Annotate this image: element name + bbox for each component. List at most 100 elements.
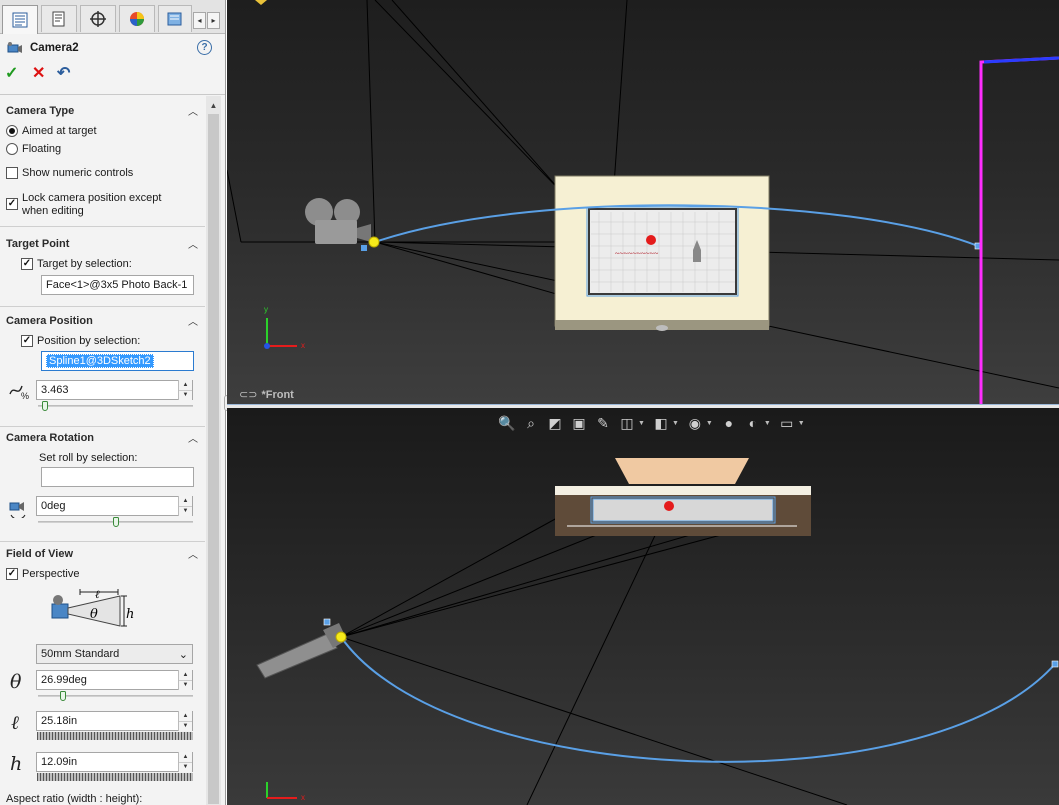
- view-distance-thumbwheel[interactable]: [37, 732, 193, 740]
- slider-handle[interactable]: [113, 517, 119, 527]
- tab-property-manager[interactable]: [41, 5, 77, 32]
- collapse-target-point-icon[interactable]: ︿: [188, 236, 198, 251]
- spin-down-icon[interactable]: ▼: [179, 761, 192, 773]
- group-title-camera-position[interactable]: Camera Position: [6, 315, 93, 327]
- dynamic-annotation-icon[interactable]: ✎: [593, 413, 613, 433]
- section-view-icon[interactable]: ▣: [569, 413, 589, 433]
- graphics-area[interactable]: ~~~~~~~~~~ y x ⊂⊃ *Front x 🔍 ⌕ ◩ ▣ ✎ ◫ ▼…: [227, 0, 1059, 805]
- view-height-spinner[interactable]: ▲ ▼: [178, 752, 192, 772]
- target-point-marker[interactable]: [646, 235, 656, 245]
- viewport-top[interactable]: ~~~~~~~~~~ y x ⊂⊃ *Front: [227, 0, 1059, 404]
- top-view-scene[interactable]: x: [227, 408, 1059, 805]
- tab-configuration[interactable]: [80, 5, 116, 32]
- lens-type-dropdown[interactable]: 50mm Standard ⌄: [36, 644, 193, 664]
- floating-radio[interactable]: Floating: [6, 143, 61, 155]
- zoom-to-fit-icon[interactable]: 🔍: [497, 413, 517, 433]
- view-distance-spinner[interactable]: ▲ ▼: [178, 711, 192, 731]
- link-views-icon[interactable]: ⊂⊃: [239, 388, 257, 401]
- property-scrollbar[interactable]: ▲: [206, 96, 221, 805]
- spin-up-icon[interactable]: ▲: [179, 711, 192, 721]
- photo-frame-model[interactable]: ~~~~~~~~~~: [554, 175, 770, 331]
- spin-down-icon[interactable]: ▼: [179, 505, 192, 517]
- view-angle-spinner[interactable]: ▲ ▼: [178, 670, 192, 690]
- camera-model[interactable]: [305, 198, 380, 248]
- photo-frame-model[interactable]: [555, 458, 811, 536]
- edit-appearance-icon[interactable]: ●: [719, 413, 739, 433]
- scroll-up-icon[interactable]: ▲: [206, 98, 221, 112]
- group-title-target-point[interactable]: Target Point: [6, 238, 69, 250]
- tabs-scroll-right[interactable]: ▸: [207, 12, 220, 29]
- spin-up-icon[interactable]: ▲: [179, 752, 192, 762]
- target-by-selection-checkbox[interactable]: Target by selection:: [21, 258, 132, 270]
- lock-camera-position-checkbox[interactable]: Lock camera position except when editing: [6, 192, 161, 218]
- scene-icon[interactable]: ◐: [743, 413, 763, 433]
- collapse-field-of-view-icon[interactable]: ︿: [188, 546, 198, 561]
- camera-model[interactable]: [256, 623, 347, 679]
- checkbox-unchecked-icon[interactable]: [6, 167, 18, 179]
- show-numeric-controls-checkbox[interactable]: Show numeric controls: [6, 167, 133, 179]
- viewport-bottom[interactable]: x: [227, 408, 1059, 805]
- spin-up-icon[interactable]: ▲: [179, 496, 192, 506]
- tabs-scroll-left[interactable]: ◂: [193, 12, 206, 29]
- spline-percent-slider[interactable]: [38, 401, 193, 411]
- hide-show-icon[interactable]: ◉: [685, 413, 705, 433]
- tab-display-pane[interactable]: [158, 5, 192, 32]
- spin-up-icon[interactable]: ▲: [179, 670, 192, 680]
- target-point-marker[interactable]: [664, 501, 674, 511]
- collapse-camera-type-icon[interactable]: ︿: [188, 103, 198, 118]
- aimed-at-target-radio[interactable]: Aimed at target: [6, 125, 97, 137]
- group-title-camera-type[interactable]: Camera Type: [6, 105, 74, 117]
- cancel-icon[interactable]: ✕: [32, 66, 45, 82]
- spline-start-handle[interactable]: [361, 245, 367, 251]
- front-view-scene[interactable]: ~~~~~~~~~~ y x: [227, 0, 1059, 404]
- zoom-area-icon[interactable]: ⌕: [521, 413, 541, 433]
- position-selection-box[interactable]: Spline1@3DSketch2: [41, 351, 194, 371]
- checkbox-checked-icon[interactable]: [21, 335, 33, 347]
- slider-handle[interactable]: [42, 401, 48, 411]
- view-height-thumbwheel[interactable]: [37, 773, 193, 781]
- ok-icon[interactable]: ✓: [5, 66, 18, 82]
- radio-selected-icon[interactable]: [6, 125, 18, 137]
- camera-path-spline[interactable]: [340, 636, 1056, 763]
- group-title-field-of-view[interactable]: Field of View: [6, 548, 73, 560]
- view-settings-icon[interactable]: ▭: [777, 413, 797, 433]
- collapse-camera-position-icon[interactable]: ︿: [188, 313, 198, 328]
- help-icon[interactable]: ?: [197, 40, 212, 55]
- scrollbar-thumb[interactable]: [208, 114, 219, 804]
- radio-unselected-icon[interactable]: [6, 143, 18, 155]
- perspective-checkbox[interactable]: Perspective: [6, 568, 79, 580]
- spin-down-icon[interactable]: ▼: [179, 720, 192, 732]
- view-settings-dropdown-icon[interactable]: ▼: [798, 420, 805, 427]
- view-orientation-icon[interactable]: ◫: [617, 413, 637, 433]
- position-by-selection-checkbox[interactable]: Position by selection:: [21, 335, 140, 347]
- previous-view-icon[interactable]: ◩: [545, 413, 565, 433]
- tab-appearance[interactable]: [119, 5, 155, 32]
- spin-down-icon[interactable]: ▼: [179, 389, 192, 401]
- display-style-dropdown-icon[interactable]: ▼: [672, 420, 679, 427]
- hide-show-dropdown-icon[interactable]: ▼: [706, 420, 713, 427]
- spline-end-handle[interactable]: [1051, 660, 1059, 668]
- collapse-camera-rotation-icon[interactable]: ︿: [188, 430, 198, 445]
- view-orientation-dropdown-icon[interactable]: ▼: [638, 420, 645, 427]
- tab-feature-tree[interactable]: [2, 5, 38, 34]
- spline-start-handle[interactable]: [323, 618, 331, 626]
- undo-icon[interactable]: ↶: [57, 66, 70, 82]
- checkbox-checked-icon[interactable]: [21, 258, 33, 270]
- spin-down-icon[interactable]: ▼: [179, 679, 192, 691]
- target-selection-box[interactable]: Face<1>@3x5 Photo Back-1: [41, 275, 194, 295]
- roll-selection-box[interactable]: [41, 467, 194, 487]
- spline-percent-input[interactable]: 3.463: [36, 380, 193, 400]
- view-angle-input[interactable]: 26.99deg: [36, 670, 193, 690]
- spin-up-icon[interactable]: ▲: [179, 380, 192, 390]
- view-height-input[interactable]: 12.09in: [36, 752, 193, 772]
- view-distance-input[interactable]: 25.18in: [36, 711, 193, 731]
- checkbox-checked-icon[interactable]: [6, 198, 18, 210]
- view-angle-slider[interactable]: [38, 691, 193, 701]
- slider-handle[interactable]: [60, 691, 66, 701]
- roll-angle-spinner[interactable]: ▲ ▼: [178, 496, 192, 516]
- checkbox-checked-icon[interactable]: [6, 568, 18, 580]
- group-title-camera-rotation[interactable]: Camera Rotation: [6, 432, 94, 444]
- spline-percent-spinner[interactable]: ▲ ▼: [178, 380, 192, 400]
- roll-angle-slider[interactable]: [38, 517, 193, 527]
- display-style-icon[interactable]: ◧: [651, 413, 671, 433]
